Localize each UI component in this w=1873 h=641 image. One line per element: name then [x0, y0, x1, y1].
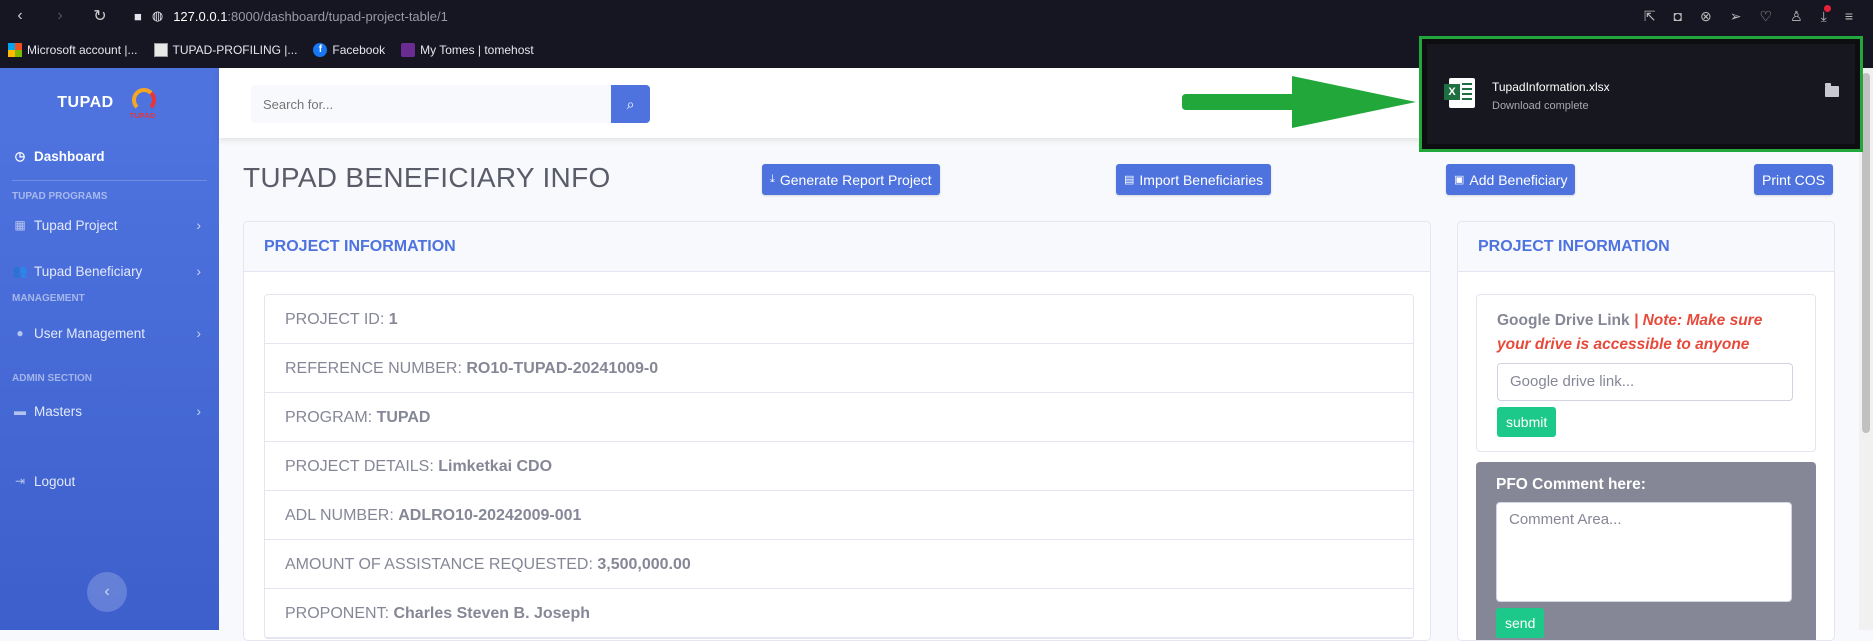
browser-nav: ‹ › ↻ [0, 6, 120, 26]
list-item: AMOUNT OF ASSISTANCE REQUESTED: 3,500,00… [265, 540, 1413, 589]
browser-toolbar: ‹ › ↻ ■ ◍ 127.0.0.1:8000/dashboard/tupad… [0, 0, 1873, 32]
globe-icon: ◍ [151, 8, 164, 23]
user-icon: ● [16, 326, 24, 340]
profile-icon[interactable]: ♙ [1790, 8, 1803, 25]
sidebar-item-user-management[interactable]: ● User Management › [0, 315, 219, 351]
sidebar: TUPAD TUPAD ◷ Dashboard TUPAD PROGRAMS ▦… [0, 68, 219, 630]
drive-link-input[interactable]: Google drive link... [1497, 363, 1793, 401]
search-button[interactable]: ⌕ [611, 85, 650, 123]
search-input[interactable] [251, 85, 611, 123]
card-header: PROJECT INFORMATION [1458, 222, 1834, 272]
heart-icon[interactable]: ♡ [1760, 8, 1773, 25]
id-card-icon: ▤ [1124, 174, 1135, 186]
shield-icon[interactable]: ⊗ [1700, 8, 1712, 25]
submit-button[interactable]: submit [1497, 407, 1557, 437]
users-icon: 👥 [12, 264, 28, 278]
reload-icon[interactable]: ↻ [80, 6, 120, 26]
project-info-card: PROJECT INFORMATION PROJECT ID: 1 REFERE… [243, 221, 1431, 641]
sidebar-item-dashboard[interactable]: ◷ Dashboard [0, 138, 219, 174]
list-item: PROJECT ID: 1 [265, 295, 1413, 344]
list-item: ADL NUMBER: ADLRO10-20242009-001 [265, 491, 1413, 540]
comment-textarea[interactable]: Comment Area... [1496, 502, 1792, 602]
sidebar-item-tupad-beneficiary[interactable]: 👥 Tupad Beneficiary › [0, 253, 219, 289]
pfo-comment-form: PFO Comment here: Comment Area... send [1476, 462, 1816, 640]
sidebar-toggle-button[interactable]: ‹ [87, 572, 127, 612]
card-header: PROJECT INFORMATION [244, 222, 1430, 272]
bookmark-microsoft[interactable]: Microsoft account |... [8, 43, 138, 57]
list-item: PROPONENT: Charles Steven B. Joseph [265, 589, 1413, 638]
url-path: :8000/dashboard/tupad-project-table/1 [227, 8, 448, 24]
sidebar-item-tupad-project[interactable]: ▦ Tupad Project › [0, 207, 219, 243]
import-beneficiaries-button[interactable]: ▤ Import Beneficiaries [1116, 164, 1272, 195]
download-popup: X TupadInformation.xlsx Download complet… [1419, 36, 1863, 152]
share-icon[interactable]: ⇱ [1644, 8, 1656, 25]
drive-link-card: PROJECT INFORMATION Google Drive Link | … [1457, 221, 1835, 641]
brand-text: TUPAD [57, 94, 114, 111]
menu-icon[interactable]: ≡ [1845, 8, 1853, 24]
screenshot-icon[interactable]: ◘ [1674, 8, 1682, 24]
annotation-arrow [1182, 76, 1416, 128]
pfo-comment-label: PFO Comment here: [1496, 476, 1646, 493]
microsoft-icon [8, 43, 22, 57]
heading-programs: TUPAD PROGRAMS [12, 191, 108, 202]
search-icon: ⌕ [626, 95, 635, 112]
user-plus-icon: ▣ [1454, 174, 1465, 186]
download-icon: ⤓ [770, 173, 775, 185]
bookmark-tupad[interactable]: TUPAD-PROFILING |... [153, 43, 297, 57]
generate-report-button[interactable]: ⤓ Generate Report Project [762, 164, 940, 195]
back-icon[interactable]: ‹ [0, 7, 40, 25]
folder-icon[interactable] [1825, 83, 1839, 97]
browser-actions: ⇱ ◘ ⊗ ➢ ♡ ♙ ⤓ ≡ [1644, 0, 1853, 32]
camera-icon: ■ [134, 8, 142, 24]
chevron-right-icon: › [196, 403, 201, 419]
gauge-icon: ◷ [14, 149, 26, 163]
table-icon: ▦ [14, 218, 26, 232]
sidebar-divider [12, 180, 207, 181]
folder-icon: ▬ [14, 404, 26, 418]
tupad-icon [153, 43, 168, 57]
download-status: Download complete [1492, 100, 1589, 112]
project-info-list: PROJECT ID: 1 REFERENCE NUMBER: RO10-TUP… [264, 294, 1414, 639]
drive-link-label: Google Drive Link | Note: Make sure your… [1497, 312, 1763, 353]
chevron-right-icon: › [196, 325, 201, 341]
chevron-right-icon: › [196, 217, 201, 233]
sidebar-item-masters[interactable]: ▬ Masters › [0, 393, 219, 429]
search-group: ⌕ [251, 85, 650, 123]
list-item: PROGRAM: TUPAD [265, 393, 1413, 442]
tupad-logo: TUPAD [128, 86, 162, 120]
forward-icon[interactable]: › [40, 7, 80, 25]
download-item[interactable]: X TupadInformation.xlsx Download complet… [1427, 44, 1855, 144]
logout-icon: ⇥ [14, 474, 26, 488]
excel-file-icon: X [1444, 78, 1475, 108]
list-item: PROJECT DETAILS: Limketkai CDO [265, 442, 1413, 491]
download-filename: TupadInformation.xlsx [1492, 80, 1610, 94]
url-host: 127.0.0.1 [173, 8, 228, 24]
facebook-icon: f [313, 43, 328, 57]
list-item: REFERENCE NUMBER: RO10-TUPAD-20241009-0 [265, 344, 1413, 393]
heading-admin: ADMIN SECTION [12, 373, 92, 384]
download-icon[interactable]: ⤓ [1821, 4, 1832, 25]
add-beneficiary-button[interactable]: ▣ Add Beneficiary [1446, 164, 1576, 195]
send-button[interactable]: send [1496, 608, 1545, 638]
chevron-right-icon: › [196, 263, 201, 279]
bookmark-facebook[interactable]: f Facebook [313, 43, 385, 57]
send-icon[interactable]: ➢ [1730, 8, 1742, 25]
page-title: TUPAD BENEFICIARY INFO [243, 162, 611, 193]
sidebar-item-logout[interactable]: ⇥ Logout [0, 463, 219, 499]
sidebar-brand[interactable]: TUPAD TUPAD [0, 68, 219, 138]
tomehost-icon [401, 43, 416, 57]
heading-management: MANAGEMENT [12, 293, 85, 304]
print-cos-button[interactable]: Print COS [1754, 164, 1834, 195]
page-scrollbar[interactable] [1859, 68, 1873, 630]
bookmark-tomehost[interactable]: My Tomes | tomehost [401, 43, 534, 57]
drive-link-form: Google Drive Link | Note: Make sure your… [1476, 294, 1816, 452]
address-bar[interactable]: ■ ◍ 127.0.0.1:8000/dashboard/tupad-proje… [134, 8, 448, 24]
